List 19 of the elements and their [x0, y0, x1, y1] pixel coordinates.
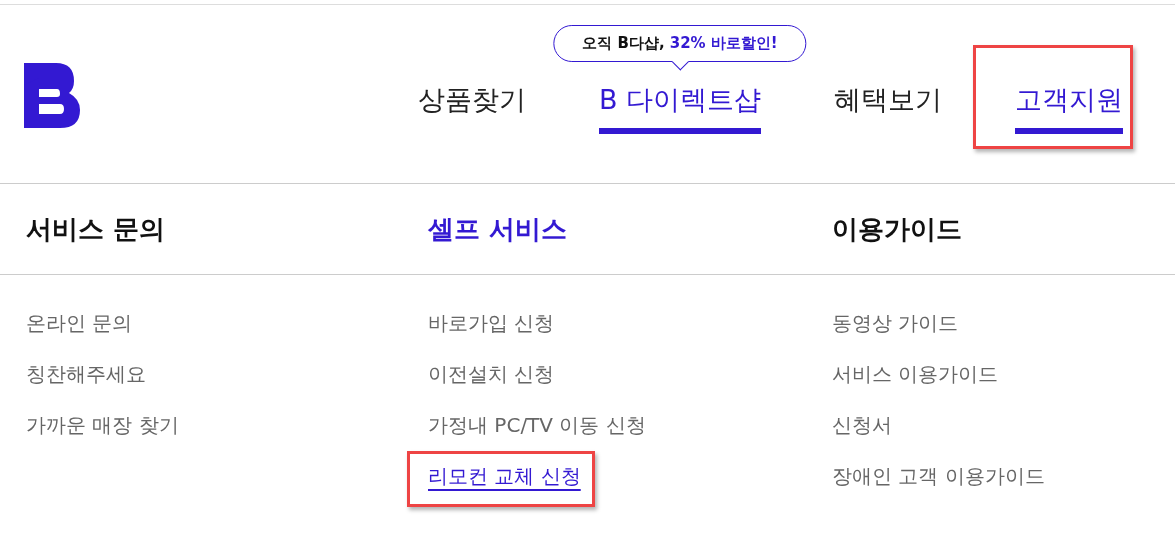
nav-tab[interactable]: B 다이렉트샵	[599, 80, 762, 134]
menu-link[interactable]: 가정내 PC/TV 이동 신청	[428, 410, 646, 440]
menu-link[interactable]: 바로가입 신청	[428, 308, 555, 338]
menu-link[interactable]: 리모컨 교체 신청	[428, 461, 581, 491]
menu-link[interactable]: 가까운 매장 찾기	[26, 410, 179, 440]
logo-icon[interactable]	[24, 63, 80, 128]
menu-link[interactable]: 칭찬해주세요	[26, 359, 146, 389]
menu-heading[interactable]: 서비스 문의	[26, 209, 166, 249]
nav-tab[interactable]: 상품찾기	[418, 80, 526, 134]
nav-tab[interactable]: 혜택보기	[834, 80, 943, 134]
menu-link[interactable]: 이전설치 신청	[428, 359, 555, 389]
menu-link[interactable]: 신청서	[832, 410, 892, 440]
nav-tab[interactable]: 고객지원	[1015, 80, 1124, 134]
menu-link[interactable]: 온라인 문의	[26, 308, 133, 338]
menu-heading[interactable]: 셀프 서비스	[428, 209, 568, 249]
menu-link[interactable]: 동영상 가이드	[832, 308, 959, 338]
menu-heading[interactable]: 이용가이드	[832, 209, 962, 249]
menu-link[interactable]: 서비스 이용가이드	[832, 359, 999, 389]
menu-link[interactable]: 장애인 고객 이용가이드	[832, 461, 1045, 491]
